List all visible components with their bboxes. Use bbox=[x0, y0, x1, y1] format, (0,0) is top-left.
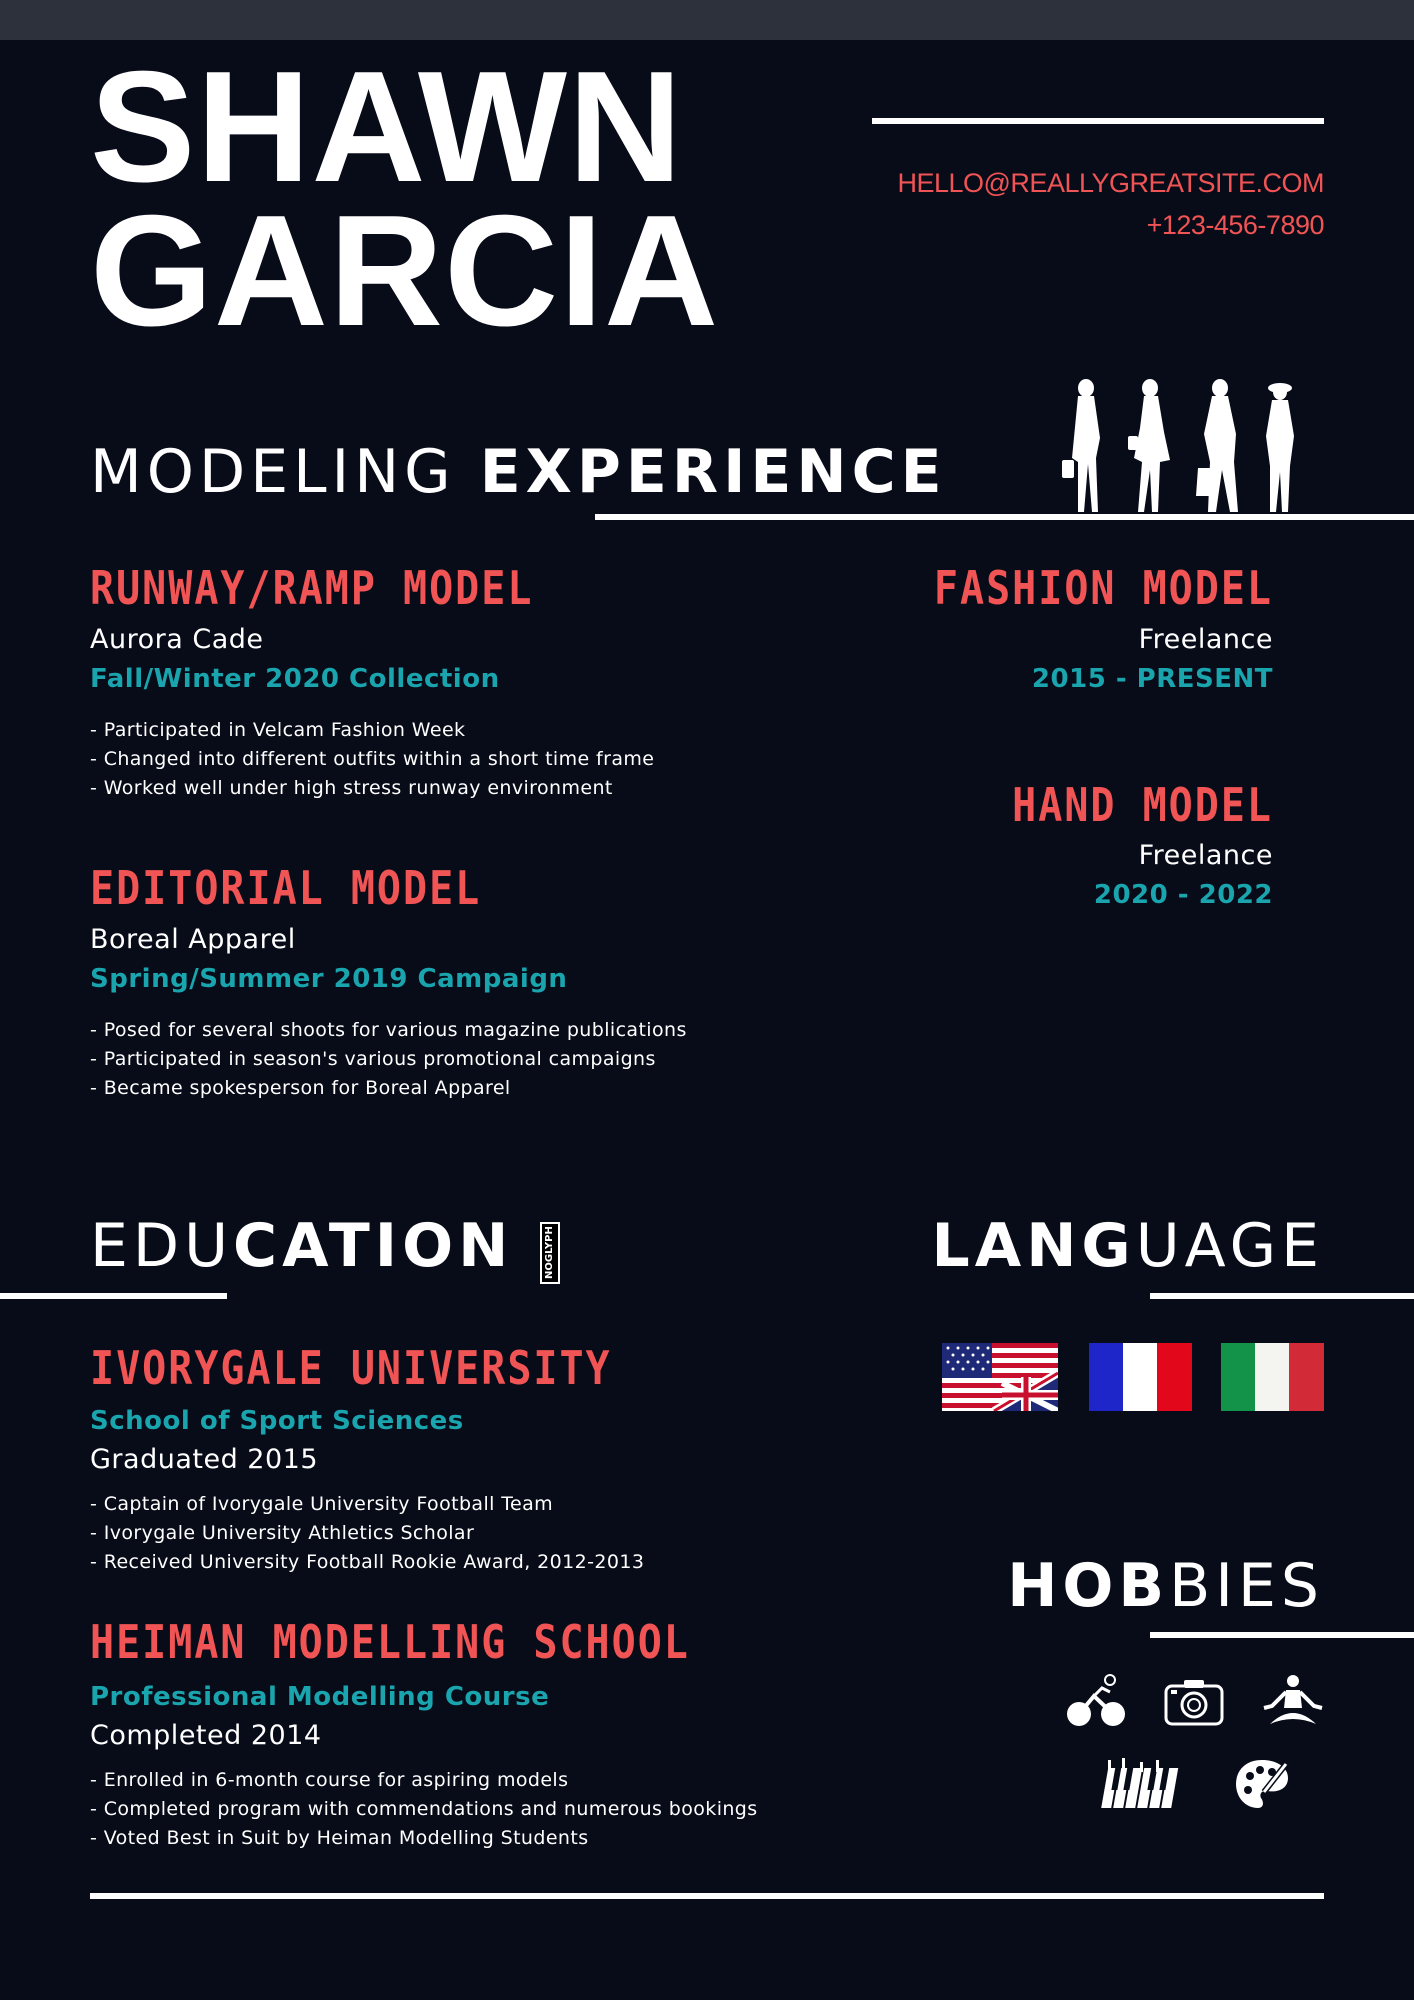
last-name: GARCIA bbox=[90, 183, 720, 359]
phone[interactable]: +123-456-7890 bbox=[1147, 210, 1325, 241]
list-item: - Voted Best in Suit by Heiman Modelling… bbox=[90, 1827, 589, 1849]
paint-palette-icon bbox=[1236, 1760, 1289, 1808]
job-title-runway: RUNWAY/RAMP MODEL bbox=[90, 562, 534, 616]
france-flag-icon bbox=[1089, 1343, 1192, 1411]
list-item: - Participated in Velcam Fashion Week bbox=[90, 719, 466, 741]
job-period-hand: 2020 - 2022 bbox=[1093, 880, 1273, 910]
header-rule bbox=[872, 118, 1324, 124]
list-item: - Posed for several shoots for various m… bbox=[90, 1019, 687, 1041]
list-item: - Changed into different outfits within … bbox=[90, 748, 655, 770]
job-period-fashion: 2015 - PRESENT bbox=[1031, 664, 1273, 694]
job-title-fashion: FASHION MODEL bbox=[933, 562, 1273, 616]
camera-icon bbox=[1164, 1680, 1224, 1726]
noglyph-badge: NOGLYPH bbox=[540, 1222, 560, 1284]
list-item: - Enrolled in 6-month course for aspirin… bbox=[90, 1769, 569, 1791]
school-status-ivorygale: Graduated 2015 bbox=[90, 1444, 318, 1475]
list-item: - Participated in season's various promo… bbox=[90, 1048, 656, 1070]
school-program-ivorygale: School of Sport Sciences bbox=[90, 1406, 464, 1436]
job-org-hand: Freelance bbox=[1138, 840, 1273, 871]
footer-rule bbox=[90, 1893, 1324, 1899]
job-bullets-runway: - Participated in Velcam Fashion Week - … bbox=[90, 716, 654, 803]
job-title-hand: HAND MODEL bbox=[1012, 779, 1273, 833]
job-org-editorial: Boreal Apparel bbox=[90, 924, 296, 955]
language-heading: LANGUAGE bbox=[931, 1211, 1324, 1281]
list-item: - Became spokesperson for Boreal Apparel bbox=[90, 1077, 511, 1099]
top-bar bbox=[0, 0, 1414, 40]
email[interactable]: HELLO@REALLYGREATSITE.COM bbox=[897, 168, 1324, 199]
cycling-icon bbox=[1067, 1674, 1125, 1726]
piano-icon bbox=[1101, 1758, 1179, 1808]
job-title-editorial: EDITORIAL MODEL bbox=[90, 862, 482, 916]
school-program-heiman: Professional Modelling Course bbox=[90, 1682, 550, 1712]
italy-flag-icon bbox=[1221, 1343, 1324, 1411]
job-bullets-editorial: - Posed for several shoots for various m… bbox=[90, 1016, 687, 1103]
school-bullets-heiman: - Enrolled in 6-month course for aspirin… bbox=[90, 1766, 758, 1853]
us-uk-flag-icon bbox=[942, 1343, 1058, 1411]
experience-rule bbox=[595, 514, 1414, 520]
job-period-runway: Fall/Winter 2020 Collection bbox=[90, 664, 500, 694]
job-org-fashion: Freelance bbox=[1138, 624, 1273, 655]
education-rule bbox=[0, 1293, 227, 1299]
hobbies-heading: HOBBIES bbox=[1007, 1551, 1324, 1621]
school-bullets-ivorygale: - Captain of Ivorygale University Footba… bbox=[90, 1490, 644, 1577]
language-rule bbox=[1150, 1293, 1414, 1299]
experience-heading: MODELING EXPERIENCE bbox=[90, 437, 947, 507]
job-org-runway: Aurora Cade bbox=[90, 624, 264, 655]
yoga-icon bbox=[1263, 1675, 1323, 1724]
list-item: - Received University Football Rookie Aw… bbox=[90, 1551, 645, 1573]
school-name-ivorygale: IVORYGALE UNIVERSITY bbox=[90, 1342, 612, 1396]
job-period-editorial: Spring/Summer 2019 Campaign bbox=[90, 964, 568, 994]
hobbies-rule bbox=[1150, 1632, 1414, 1638]
education-heading: EDUCATION bbox=[90, 1211, 514, 1281]
model-silhouettes-icon bbox=[1062, 379, 1294, 512]
school-status-heiman: Completed 2014 bbox=[90, 1720, 322, 1751]
list-item: - Worked well under high stress runway e… bbox=[90, 777, 613, 799]
list-item: - Captain of Ivorygale University Footba… bbox=[90, 1493, 554, 1515]
school-name-heiman: HEIMAN MODELLING SCHOOL bbox=[90, 1616, 690, 1670]
resume-page: SHAWN GARCIA HELLO@REALLYGREATSITE.COM +… bbox=[0, 0, 1414, 2000]
list-item: - Completed program with commendations a… bbox=[90, 1798, 758, 1820]
list-item: - Ivorygale University Athletics Scholar bbox=[90, 1522, 475, 1544]
